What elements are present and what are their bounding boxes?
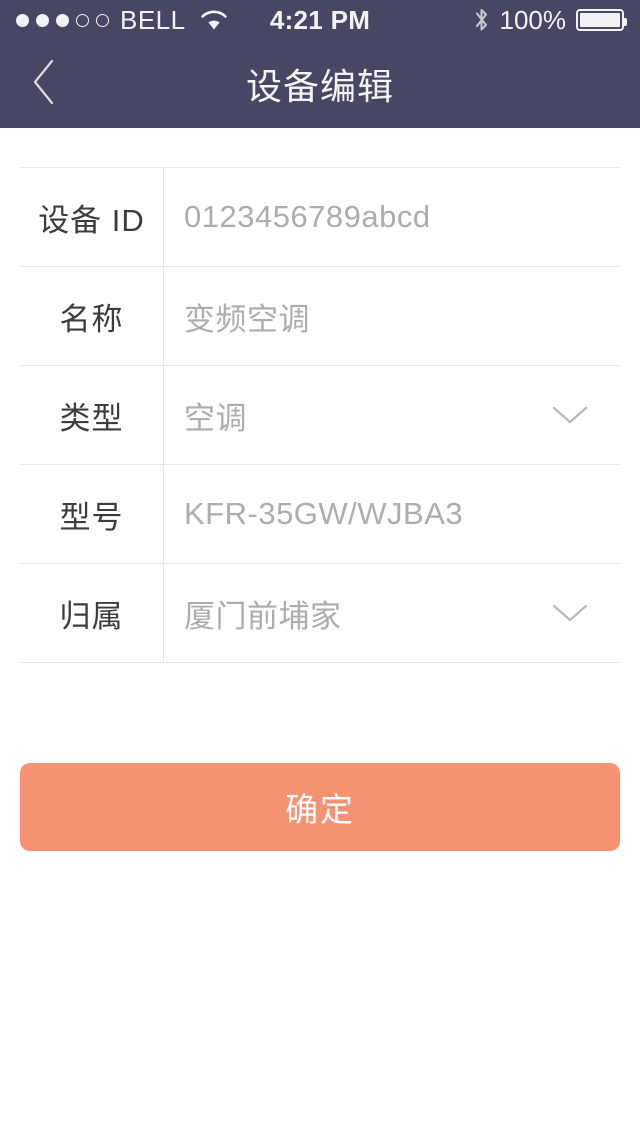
form-row-device-type: 类型 空调 [20, 366, 620, 465]
page-title: 设备编辑 [245, 66, 394, 107]
field-label-device-id: 设备 ID [38, 202, 145, 238]
form-row-device-id: 设备 ID 0123456789abcd [20, 168, 620, 267]
signal-dot-empty [76, 13, 89, 27]
signal-dot-filled [36, 13, 49, 27]
signal-dot-empty [96, 13, 109, 27]
signal-strength-dots [16, 13, 109, 27]
field-label-device-model: 型号 [59, 499, 124, 535]
status-bar: BELL 4:21 PM 100% [0, 0, 640, 40]
device-id-value[interactable]: 0123456789abcd [184, 199, 602, 235]
chevron-down-icon[interactable] [548, 393, 592, 437]
device-type-field[interactable]: 空调 [163, 366, 620, 464]
device-model-value[interactable]: KFR-35GW/WJBA3 [184, 496, 602, 532]
back-button[interactable] [8, 40, 80, 128]
battery-fill [580, 13, 620, 27]
navigation-bar: 设备编辑 [0, 40, 640, 128]
device-owner-field[interactable]: 厦门前埔家 [163, 564, 620, 662]
device-edit-form: 设备 ID 0123456789abcd 名称 变频空调 类型 空调 型号 KF… [20, 167, 620, 663]
status-bar-right: 100% [370, 4, 627, 36]
wifi-icon [199, 9, 229, 31]
field-label-device-type: 类型 [59, 400, 124, 436]
device-type-value[interactable]: 空调 [184, 393, 548, 438]
battery-icon [576, 9, 627, 31]
signal-dot-filled [56, 13, 69, 27]
field-label-device-owner: 归属 [59, 598, 124, 634]
field-label-device-name: 名称 [59, 301, 124, 337]
device-owner-value[interactable]: 厦门前埔家 [184, 591, 548, 636]
device-name-field[interactable]: 变频空调 [163, 267, 620, 365]
form-row-device-owner: 归属 厦门前埔家 [20, 564, 620, 663]
chevron-left-icon [30, 58, 58, 111]
chevron-down-icon[interactable] [548, 591, 592, 635]
device-name-value[interactable]: 变频空调 [184, 294, 602, 339]
battery-percent-label: 100% [499, 4, 567, 35]
confirm-button[interactable]: 确定 [20, 763, 620, 851]
signal-dot-filled [16, 13, 29, 27]
carrier-label: BELL [120, 4, 186, 35]
form-row-device-model: 型号 KFR-35GW/WJBA3 [20, 465, 620, 564]
bluetooth-icon [473, 7, 490, 33]
status-bar-left: BELL [16, 5, 270, 36]
device-model-field[interactable]: KFR-35GW/WJBA3 [163, 465, 620, 563]
device-id-field[interactable]: 0123456789abcd [163, 168, 620, 266]
clock-time: 4:21 PM [269, 4, 371, 35]
form-row-device-name: 名称 变频空调 [20, 267, 620, 366]
